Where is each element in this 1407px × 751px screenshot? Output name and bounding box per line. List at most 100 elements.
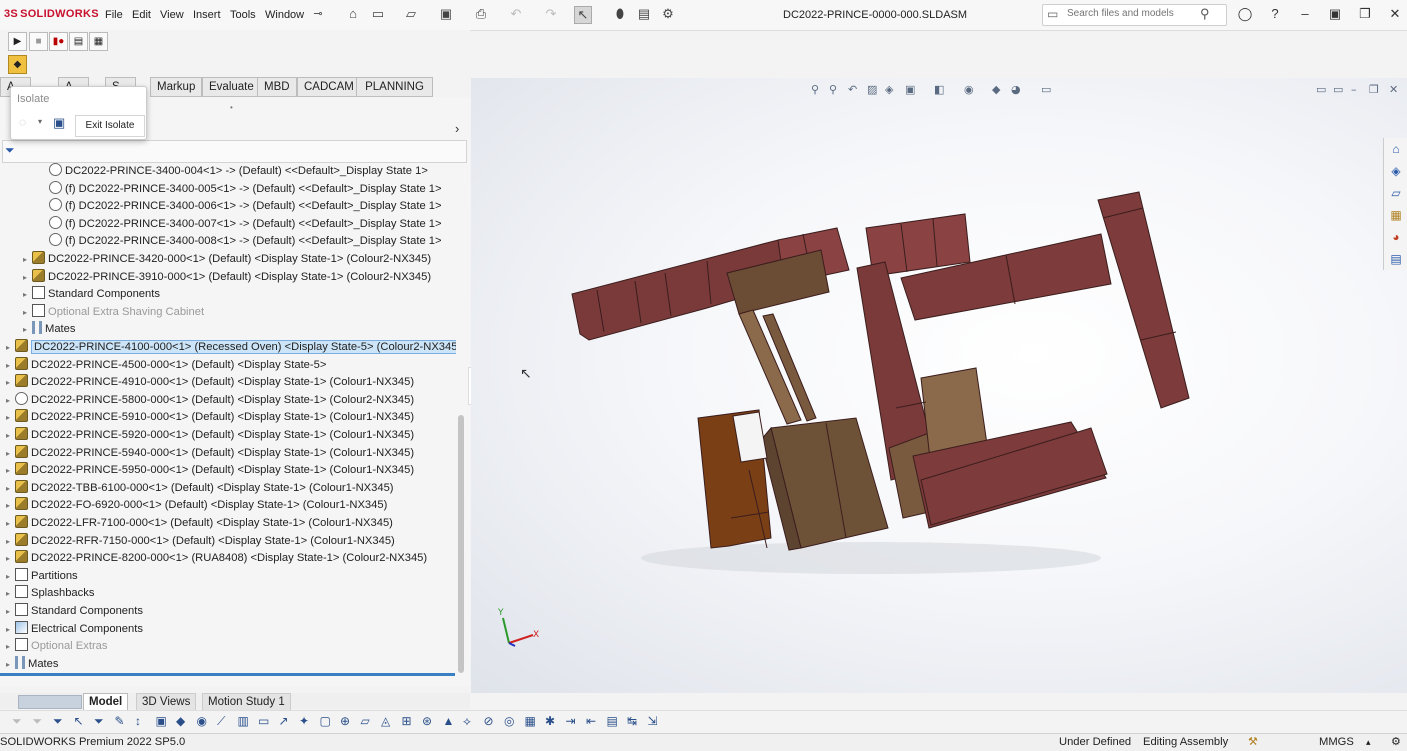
options-gear-icon[interactable]: ⚙ bbox=[660, 6, 676, 22]
selection-filter-icon[interactable]: ◬ bbox=[381, 714, 390, 728]
expand-arrow-icon[interactable]: ▸ bbox=[1, 497, 15, 514]
selection-filter-icon[interactable]: ⏷ bbox=[94, 714, 104, 729]
expand-arrow-icon[interactable]: ▸ bbox=[1, 480, 15, 497]
chevron-right-icon[interactable]: › bbox=[455, 121, 459, 136]
selection-filter-icon[interactable]: ▣ bbox=[156, 714, 167, 728]
menu-file[interactable]: File bbox=[105, 9, 123, 21]
tab-3d-views[interactable]: 3D Views bbox=[136, 693, 197, 711]
exit-isolate-button[interactable]: Exit Isolate bbox=[75, 115, 145, 137]
tree-item[interactable]: ▸ Mates bbox=[18, 321, 75, 338]
tree-item[interactable]: (f) DC2022-PRINCE-3400-005<1> -> (Defaul… bbox=[35, 181, 442, 198]
tree-item[interactable]: ▸ Mates bbox=[1, 656, 58, 673]
expand-arrow-icon[interactable]: ▸ bbox=[1, 621, 15, 638]
expand-arrow-icon[interactable]: ▸ bbox=[1, 409, 15, 426]
macro-edit-icon[interactable]: ▦ bbox=[89, 32, 108, 51]
selection-filter-icon[interactable]: ↕ bbox=[135, 714, 141, 728]
expand-arrow-icon[interactable]: ▸ bbox=[1, 427, 15, 444]
home-icon[interactable]: ⌂ bbox=[1389, 142, 1403, 156]
tree-item[interactable]: (f) DC2022-PRINCE-3400-008<1> -> (Defaul… bbox=[35, 233, 442, 250]
tree-item[interactable]: ▸ DC2022-PRINCE-3420-000<1> (Default) <Di… bbox=[18, 251, 431, 268]
tree-item[interactable]: ▸ DC2022-PRINCE-4910-000<1> (Default) <Di… bbox=[1, 374, 414, 391]
expand-arrow-icon[interactable]: ▸ bbox=[1, 585, 15, 602]
tree-item[interactable]: ▸ Optional Extras bbox=[1, 638, 107, 655]
filter-bar[interactable]: ⏷ bbox=[2, 140, 467, 163]
tab-scroll-arrows[interactable] bbox=[18, 695, 82, 709]
redo-icon[interactable]: ↷ bbox=[543, 6, 559, 22]
tree-item[interactable]: ▸ Splashbacks bbox=[1, 585, 94, 602]
tab-evaluate[interactable]: Evaluate bbox=[202, 77, 261, 97]
tree-item[interactable]: ▸ DC2022-PRINCE-4500-000<1> (Default) <Di… bbox=[1, 357, 326, 374]
selection-filter-icon[interactable]: ⇥ bbox=[566, 714, 576, 728]
assembly-tool-icon[interactable]: ◆ bbox=[8, 55, 27, 74]
tree-item[interactable]: ▸ DC2022-PRINCE-5800-000<1> (Default) <Di… bbox=[1, 392, 414, 409]
selection-filter-icon[interactable]: ▦ bbox=[525, 714, 536, 728]
tab-motion-study[interactable]: Motion Study 1 bbox=[202, 693, 291, 711]
design-library-icon[interactable]: ◈ bbox=[1389, 164, 1403, 178]
tree-item[interactable]: ▸ Electrical Components bbox=[1, 621, 143, 638]
tree-scrollbar[interactable] bbox=[458, 415, 464, 673]
tab-mbd[interactable]: MBD bbox=[257, 77, 297, 97]
record-icon[interactable]: ▮● bbox=[49, 32, 68, 51]
macro-icon[interactable]: ▤ bbox=[69, 32, 88, 51]
selection-filter-icon[interactable]: ↗ bbox=[279, 714, 289, 728]
solidworks-logo[interactable]: 3S SOLIDWORKS bbox=[4, 8, 99, 20]
selection-filter-icon[interactable]: ▥ bbox=[238, 714, 249, 728]
help-icon[interactable]: ? bbox=[1266, 6, 1284, 22]
selection-filter-icon[interactable]: ✦ bbox=[299, 714, 309, 728]
panel-grip-icon[interactable]: • bbox=[230, 103, 233, 112]
expand-arrow-icon[interactable]: ▸ bbox=[18, 286, 32, 303]
tree-item[interactable]: ▸ DC2022-PRINCE-8200-000<1> (RUA8408) <Di… bbox=[1, 550, 427, 567]
tree-item[interactable]: ▸ DC2022-LFR-7100-000<1> (Default) <Displ… bbox=[1, 515, 393, 532]
selection-filter-icon[interactable]: ◉ bbox=[197, 714, 207, 728]
selection-filter-icon[interactable]: ↖ bbox=[74, 714, 84, 728]
selection-filter-icon[interactable]: ▱ bbox=[361, 714, 370, 728]
customize-icon[interactable]: ⚙ bbox=[1391, 734, 1401, 751]
search-input[interactable] bbox=[1065, 7, 1199, 20]
tree-item[interactable]: (f) DC2022-PRINCE-3400-006<1> -> (Defaul… bbox=[35, 198, 442, 215]
tab-planning[interactable]: PLANNING bbox=[356, 77, 433, 97]
tree-item[interactable]: ▸ DC2022-FO-6920-000<1> (Default) <Displa… bbox=[1, 497, 387, 514]
selection-filter-icon[interactable]: ⊘ bbox=[484, 714, 494, 728]
play-icon[interactable]: ▶ bbox=[8, 32, 27, 51]
display-state-icon[interactable]: ◌ bbox=[19, 115, 26, 129]
selection-filter-icon[interactable]: ◎ bbox=[504, 714, 514, 728]
tree-item[interactable]: ▸ DC2022-PRINCE-5940-000<1> (Default) <Di… bbox=[1, 445, 414, 462]
stop-icon[interactable]: ■ bbox=[29, 32, 48, 51]
expand-arrow-icon[interactable]: ▸ bbox=[18, 321, 32, 338]
tree-item[interactable]: DC2022-PRINCE-3400-004<1> -> (Default) <… bbox=[35, 163, 428, 180]
restore-button[interactable]: ❐ bbox=[1356, 6, 1374, 22]
selection-filter-icon[interactable]: ✎ bbox=[115, 714, 125, 728]
tree-item[interactable]: ▸ DC2022-PRINCE-5950-000<1> (Default) <Di… bbox=[1, 462, 414, 479]
expand-arrow-icon[interactable]: ▸ bbox=[1, 374, 15, 391]
selection-filter-icon[interactable]: ⏷ bbox=[53, 714, 63, 729]
search-box[interactable]: ▭ ⚲ bbox=[1042, 4, 1227, 26]
expand-arrow-icon[interactable]: ▸ bbox=[18, 251, 32, 268]
selection-filter-icon[interactable]: ⇤ bbox=[586, 714, 596, 728]
new-document-icon[interactable]: ▭ bbox=[370, 6, 386, 22]
selection-filter-icon[interactable]: ▭ bbox=[258, 714, 269, 728]
user-account-icon[interactable]: ◯ bbox=[1236, 6, 1254, 22]
close-button[interactable]: ✕ bbox=[1386, 6, 1404, 22]
tree-item[interactable]: ▸ Partitions bbox=[1, 568, 78, 585]
menu-view[interactable]: View bbox=[160, 9, 184, 21]
tree-item[interactable]: ▸ DC2022-PRINCE-3910-000<1> (Default) <Di… bbox=[18, 269, 431, 286]
tree-horizontal-scrollbar[interactable] bbox=[0, 673, 455, 676]
selection-filter-icon[interactable]: ◆ bbox=[176, 714, 185, 728]
search-icon[interactable]: ⚲ bbox=[1200, 6, 1210, 22]
undo-icon[interactable]: ↶ bbox=[508, 6, 524, 22]
expand-arrow-icon[interactable]: ▸ bbox=[1, 515, 15, 532]
selection-filter-icon[interactable]: ⏷ bbox=[12, 714, 22, 729]
tab-model[interactable]: Model bbox=[83, 693, 129, 711]
chevron-down-icon[interactable]: ▾ bbox=[38, 117, 42, 126]
selection-filter-icon[interactable]: ⇲ bbox=[648, 714, 658, 728]
selection-filter-icon[interactable]: ▤ bbox=[607, 714, 618, 728]
expand-arrow-icon[interactable]: ▸ bbox=[1, 603, 15, 620]
tree-item[interactable]: ▸ DC2022-TBB-6100-000<1> (Default) <Displ… bbox=[1, 480, 394, 497]
menu-insert[interactable]: Insert bbox=[193, 9, 221, 21]
tree-item[interactable]: (f) DC2022-PRINCE-3400-007<1> -> (Defaul… bbox=[35, 216, 442, 233]
tile-windows-button[interactable]: ▣ bbox=[1326, 6, 1344, 22]
save-icon[interactable]: ▣ bbox=[438, 6, 454, 22]
minimize-button[interactable]: – bbox=[1296, 6, 1314, 22]
selection-filter-icon[interactable]: ✱ bbox=[545, 714, 555, 728]
selection-filter-icon[interactable]: ⟡ bbox=[463, 714, 471, 729]
